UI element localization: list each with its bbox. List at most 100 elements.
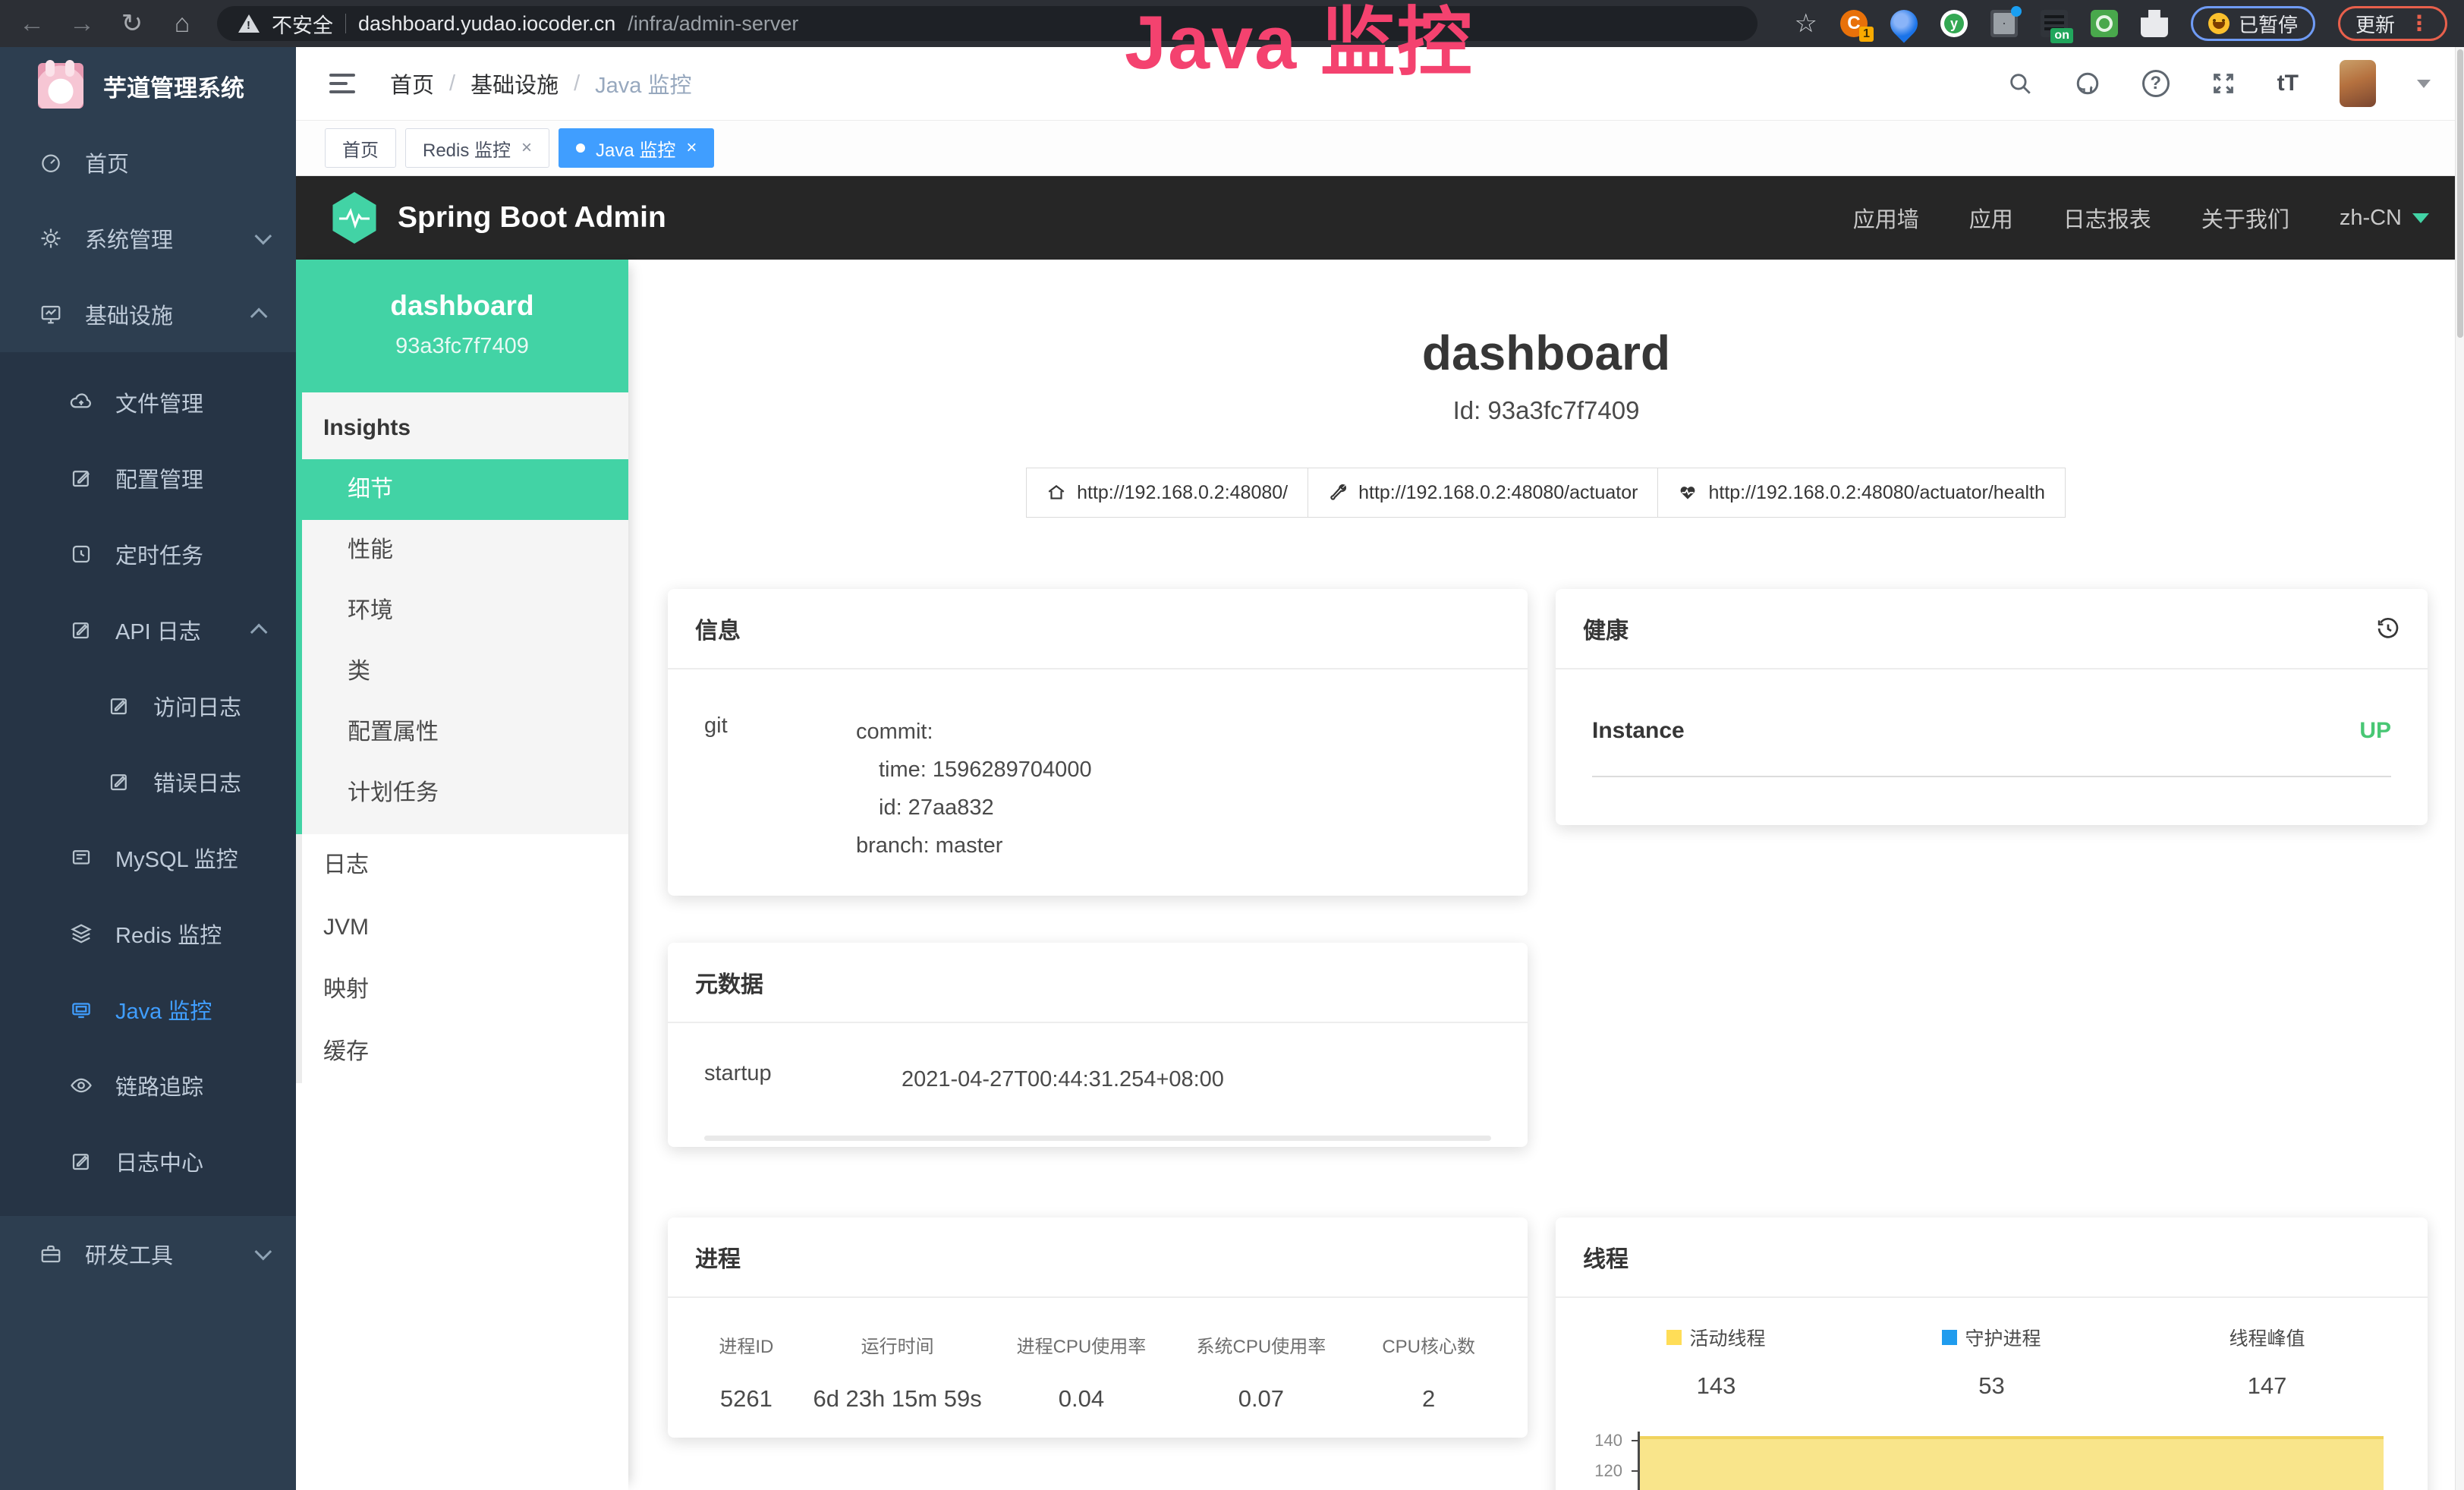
back-icon[interactable]: ← (17, 9, 47, 39)
legend-peak-threads: 线程峰值 (2129, 1324, 2405, 1351)
sba-item-environment[interactable]: 环境 (302, 581, 628, 641)
eye-icon (70, 1074, 93, 1097)
service-url-button[interactable]: http://192.168.0.2:48080/ (1026, 468, 1308, 518)
sba-sidebar-list: 日志 JVM 映射 缓存 (296, 834, 628, 1083)
sba-nav-journal[interactable]: 日志报表 (2063, 202, 2151, 234)
extension-grid-icon[interactable] (1990, 10, 2018, 37)
sba-title: Spring Boot Admin (398, 201, 666, 235)
close-icon[interactable]: × (686, 137, 697, 159)
app-logo-row: 芋道管理系统 (0, 47, 296, 124)
tab-java-monitor[interactable]: Java 监控 × (559, 128, 714, 168)
font-size-icon[interactable]: tT (2277, 71, 2299, 96)
window-scrollbar[interactable] (2455, 47, 2464, 1490)
sba-item-config-props[interactable]: 配置属性 (302, 702, 628, 763)
threads-values: 143 53 147 (1578, 1372, 2405, 1400)
extensions-puzzle-icon[interactable] (2141, 10, 2168, 37)
sidebar-item-infrastructure[interactable]: 基础设施 (0, 276, 296, 352)
breadcrumb-home[interactable]: 首页 (390, 68, 434, 99)
fullscreen-icon[interactable] (2211, 71, 2236, 96)
extension-list-icon[interactable]: on (2041, 10, 2068, 37)
bookmark-star-icon[interactable]: ☆ (1794, 8, 1817, 39)
instance-id: Id: 93a3fc7f7409 (628, 396, 2464, 425)
sidebar-item-java-monitor[interactable]: Java 监控 (0, 972, 296, 1047)
sidebar-item-log-center[interactable]: 日志中心 (0, 1123, 296, 1199)
user-menu-caret-icon[interactable] (2417, 80, 2431, 88)
sba-item-details[interactable]: 细节 (296, 459, 628, 520)
extension-y-icon[interactable]: y (1940, 10, 1968, 37)
sidebar-item-tracing[interactable]: 链路追踪 (0, 1047, 296, 1123)
tab-home[interactable]: 首页 (325, 128, 396, 168)
search-icon[interactable] (2007, 71, 2033, 96)
sidebar-item-scheduled-jobs[interactable]: 定时任务 (0, 516, 296, 592)
sidebar-item-error-logs[interactable]: 错误日志 (0, 744, 296, 820)
infrastructure-submenu: 文件管理 配置管理 定时任务 API 日志 访问日志 错误日志 (0, 352, 296, 1216)
sba-nav-applications[interactable]: 应用 (1969, 202, 2013, 234)
extension-zoom-icon[interactable] (2091, 10, 2118, 37)
monitor-icon (39, 303, 62, 326)
browser-menu-icon[interactable]: ⋮ (2409, 17, 2430, 29)
sba-header: Spring Boot Admin 应用墙 应用 日志报表 关于我们 zh-CN (296, 176, 2464, 260)
github-icon[interactable] (2074, 70, 2101, 97)
sidebar-item-file-mgmt[interactable]: 文件管理 (0, 364, 296, 440)
sidebar-item-api-logs[interactable]: API 日志 (0, 592, 296, 668)
metadata-card: 元数据 startup 2021-04-27T00:44:31.254+08:0… (668, 943, 1528, 1147)
breadcrumb-infrastructure[interactable]: 基础设施 (470, 68, 559, 99)
address-host: dashboard.yudao.iocoder.cn (358, 12, 615, 36)
sba-item-scheduled-tasks[interactable]: 计划任务 (302, 763, 628, 824)
sba-nav: 应用墙 应用 日志报表 关于我们 zh-CN (1853, 202, 2429, 234)
sba-nav-wallboard[interactable]: 应用墙 (1853, 202, 1919, 234)
forward-icon[interactable]: → (67, 9, 97, 39)
extension-c-icon[interactable]: C1 (1840, 10, 1868, 37)
tab-redis-monitor[interactable]: Redis 监控 × (405, 128, 549, 168)
sba-item-metrics[interactable]: 性能 (302, 520, 628, 581)
legend-live-threads: 活动线程 (1578, 1324, 1854, 1351)
uptime-value: 6d 23h 15m 59s (804, 1385, 992, 1413)
user-avatar[interactable] (2340, 60, 2376, 107)
paused-label: 已暂停 (2239, 10, 2298, 38)
process-id-value: 5261 (689, 1385, 804, 1413)
sidebar-item-home[interactable]: 首页 (0, 124, 296, 200)
divider (704, 1136, 1491, 1141)
log-edit-icon (70, 619, 93, 641)
system-cpu-value: 0.07 (1171, 1385, 1351, 1413)
health-url-button[interactable]: http://192.168.0.2:48080/actuator/health (1657, 468, 2065, 518)
startup-label: startup (704, 1061, 902, 1099)
extension-pin-icon[interactable] (1885, 5, 1924, 43)
sidebar-item-config-mgmt[interactable]: 配置管理 (0, 440, 296, 516)
history-clock-icon (70, 543, 93, 565)
sidebar-item-access-logs[interactable]: 访问日志 (0, 668, 296, 744)
sidebar-item-mysql-monitor[interactable]: MySQL 监控 (0, 820, 296, 896)
sba-item-caches[interactable]: 缓存 (302, 1021, 628, 1083)
actuator-url-button[interactable]: http://192.168.0.2:48080/actuator (1308, 468, 1658, 518)
history-icon[interactable] (2376, 616, 2400, 641)
sba-item-mappings[interactable]: 映射 (302, 959, 628, 1021)
sba-item-jvm[interactable]: JVM (302, 896, 628, 959)
address-bar[interactable]: ! 不安全 dashboard.yudao.iocoder.cn/infra/a… (217, 6, 1758, 41)
scrollbar-thumb[interactable] (2457, 49, 2463, 338)
update-button[interactable]: 更新 ⋮ (2338, 6, 2447, 41)
edit-square-icon (70, 467, 93, 490)
collapse-sidebar-icon[interactable] (329, 74, 355, 93)
sba-language-select[interactable]: zh-CN (2340, 206, 2429, 231)
process-cpu-value: 0.04 (991, 1385, 1171, 1413)
sidebar-item-dev-tools[interactable]: 研发工具 (0, 1216, 296, 1292)
threads-card-title: 线程 (1583, 1240, 1629, 1274)
sba-item-classes[interactable]: 类 (302, 641, 628, 702)
instance-title: dashboard (628, 325, 2464, 381)
close-icon[interactable]: × (521, 137, 532, 159)
sba-app-header: dashboard 93a3fc7f7409 (296, 260, 628, 392)
home-icon[interactable]: ⌂ (167, 9, 197, 39)
insights-section-label: Insights (302, 415, 628, 441)
tv-icon (70, 998, 93, 1021)
help-icon[interactable]: ? (2142, 70, 2170, 97)
sba-nav-about[interactable]: 关于我们 (2201, 202, 2289, 234)
divider (1592, 776, 2391, 777)
paused-badge[interactable]: 已暂停 (2191, 6, 2315, 41)
sidebar-item-system-mgmt[interactable]: 系统管理 (0, 200, 296, 276)
sba-item-logs[interactable]: 日志 (302, 834, 628, 896)
health-card: 健康 Instance UP (1556, 589, 2428, 825)
chevron-up-icon (250, 624, 268, 641)
instance-links: http://192.168.0.2:48080/ http://192.168… (628, 468, 2464, 518)
sidebar-item-redis-monitor[interactable]: Redis 监控 (0, 896, 296, 972)
reload-icon[interactable]: ↻ (117, 8, 147, 39)
